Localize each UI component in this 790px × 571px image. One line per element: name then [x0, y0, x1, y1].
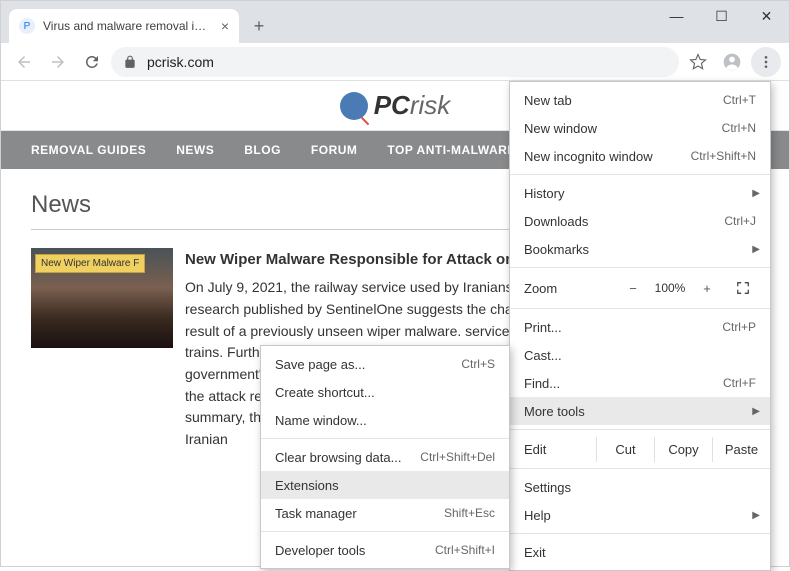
menu-separator	[261, 438, 509, 439]
arrow-right-icon	[49, 53, 67, 71]
menu-history[interactable]: History▶	[510, 179, 770, 207]
kebab-icon	[758, 54, 774, 70]
submenu-save-page[interactable]: Save page as...Ctrl+S	[261, 350, 509, 378]
menu-zoom-row: Zoom − 100% +	[510, 272, 770, 304]
browser-titlebar: P Virus and malware removal instru × + —…	[1, 1, 789, 43]
menu-bookmarks[interactable]: Bookmarks▶	[510, 235, 770, 263]
menu-separator	[510, 308, 770, 309]
menu-separator	[510, 429, 770, 430]
submenu-create-shortcut[interactable]: Create shortcut...	[261, 378, 509, 406]
menu-new-tab[interactable]: New tabCtrl+T	[510, 86, 770, 114]
menu-separator	[510, 174, 770, 175]
menu-incognito[interactable]: New incognito windowCtrl+Shift+N	[510, 142, 770, 170]
site-logo[interactable]: PCrisk	[340, 90, 451, 121]
nav-news[interactable]: NEWS	[176, 143, 214, 157]
tab-favicon: P	[19, 18, 35, 34]
bookmark-star-button[interactable]	[683, 47, 713, 77]
zoom-controls: − 100% +	[620, 276, 720, 300]
profile-button[interactable]	[717, 47, 747, 77]
arrow-left-icon	[15, 53, 33, 71]
chevron-right-icon: ▶	[752, 244, 760, 255]
chevron-right-icon: ▶	[752, 188, 760, 199]
nav-forum[interactable]: FORUM	[311, 143, 358, 157]
menu-separator	[510, 533, 770, 534]
menu-cast[interactable]: Cast...	[510, 341, 770, 369]
article-thumbnail[interactable]: New Wiper Malware F	[31, 248, 173, 348]
user-icon	[722, 52, 742, 72]
back-button[interactable]	[9, 47, 39, 77]
submenu-task-manager[interactable]: Task managerShift+Esc	[261, 499, 509, 527]
menu-find[interactable]: Find...Ctrl+F	[510, 369, 770, 397]
minimize-button[interactable]: —	[654, 1, 699, 31]
zoom-in-button[interactable]: +	[694, 276, 720, 300]
browser-tab[interactable]: P Virus and malware removal instru ×	[9, 9, 239, 43]
submenu-clear-data[interactable]: Clear browsing data...Ctrl+Shift+Del	[261, 443, 509, 471]
lock-icon	[123, 55, 137, 69]
maximize-button[interactable]: ☐	[699, 1, 744, 31]
menu-separator	[261, 531, 509, 532]
thumbnail-badge: New Wiper Malware F	[35, 254, 145, 273]
submenu-name-window[interactable]: Name window...	[261, 406, 509, 434]
menu-more-tools[interactable]: More tools▶	[510, 397, 770, 425]
fullscreen-button[interactable]	[730, 281, 756, 295]
edit-paste-button[interactable]: Paste	[712, 437, 770, 462]
reload-icon	[83, 53, 101, 71]
reload-button[interactable]	[77, 47, 107, 77]
nav-removal-guides[interactable]: REMOVAL GUIDES	[31, 143, 146, 157]
menu-downloads[interactable]: DownloadsCtrl+J	[510, 207, 770, 235]
chevron-right-icon: ▶	[752, 510, 760, 521]
menu-help[interactable]: Help▶	[510, 501, 770, 529]
menu-separator	[510, 267, 770, 268]
window-close-button[interactable]: ✕	[744, 1, 789, 31]
address-bar[interactable]: pcrisk.com	[111, 47, 679, 77]
browser-toolbar: pcrisk.com	[1, 43, 789, 81]
menu-exit[interactable]: Exit	[510, 538, 770, 566]
tab-title: Virus and malware removal instru	[43, 19, 213, 33]
star-icon	[689, 53, 707, 71]
more-tools-submenu: Save page as...Ctrl+S Create shortcut...…	[260, 345, 510, 569]
menu-print[interactable]: Print...Ctrl+P	[510, 313, 770, 341]
nav-blog[interactable]: BLOG	[244, 143, 281, 157]
fullscreen-icon	[736, 281, 750, 295]
forward-button[interactable]	[43, 47, 73, 77]
new-tab-button[interactable]: +	[245, 12, 273, 40]
zoom-value: 100%	[648, 281, 692, 295]
chevron-right-icon: ▶	[752, 406, 760, 417]
edit-copy-button[interactable]: Copy	[654, 437, 712, 462]
browser-main-menu: New tabCtrl+T New windowCtrl+N New incog…	[509, 81, 771, 571]
browser-menu-button[interactable]	[751, 47, 781, 77]
magnifier-icon	[340, 92, 368, 120]
window-controls: — ☐ ✕	[654, 1, 789, 31]
zoom-out-button[interactable]: −	[620, 276, 646, 300]
submenu-dev-tools[interactable]: Developer toolsCtrl+Shift+I	[261, 536, 509, 564]
url-text: pcrisk.com	[147, 54, 214, 70]
menu-new-window[interactable]: New windowCtrl+N	[510, 114, 770, 142]
submenu-extensions[interactable]: Extensions	[261, 471, 509, 499]
edit-cut-button[interactable]: Cut	[596, 437, 654, 462]
menu-separator	[510, 468, 770, 469]
close-icon[interactable]: ×	[221, 18, 229, 34]
nav-top-antimalware[interactable]: TOP ANTI-MALWARE	[387, 143, 515, 157]
menu-settings[interactable]: Settings	[510, 473, 770, 501]
menu-edit-row: Edit Cut Copy Paste	[510, 434, 770, 464]
